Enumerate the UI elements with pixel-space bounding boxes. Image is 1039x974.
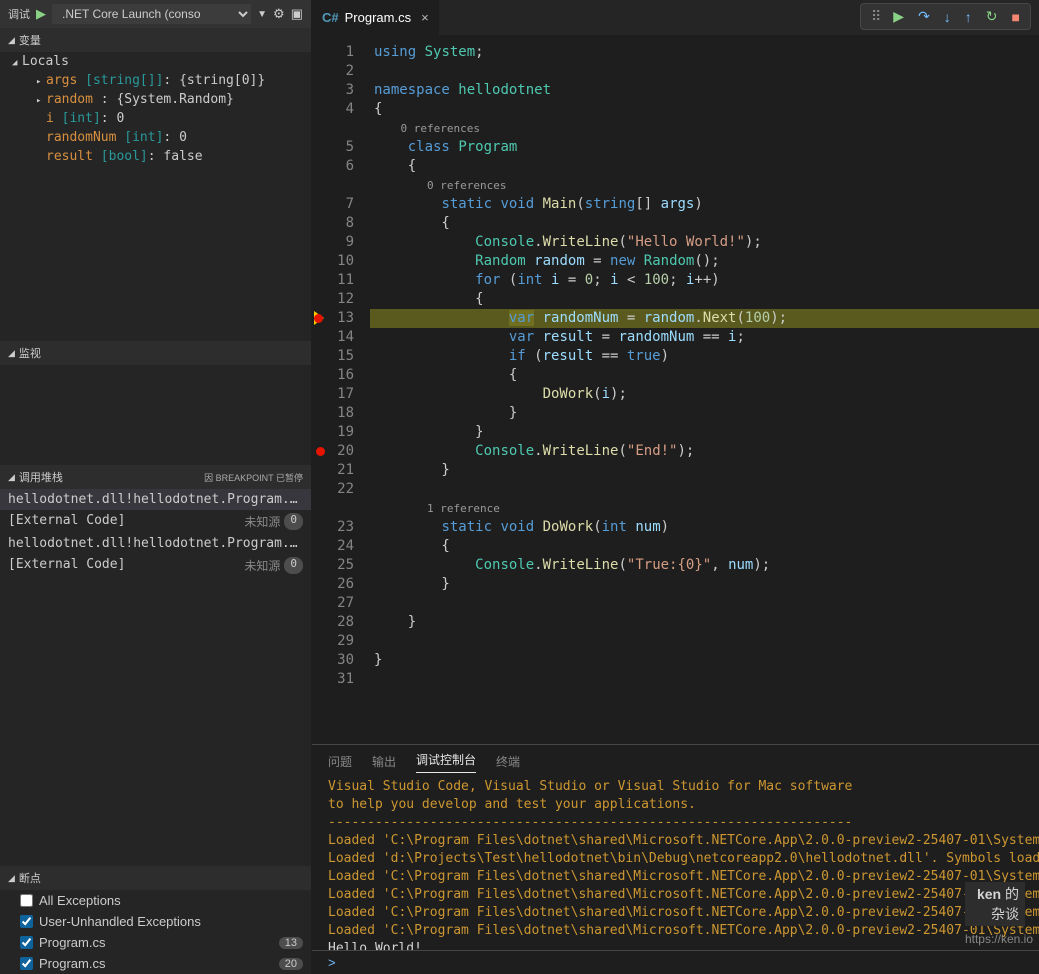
debug-toolbar: ⠿ ▶ ↷ ↓ ↑ ↻ ■ bbox=[860, 3, 1031, 30]
start-debug-icon[interactable]: ▶ bbox=[36, 6, 46, 22]
variable-row[interactable]: ▸args [string[]]: {string[0]} bbox=[0, 71, 311, 90]
console-line: Loaded 'd:\Projects\Test\hellodotnet\bin… bbox=[328, 850, 1023, 868]
editor-area: C# Program.cs × ⠿ ▶ ↷ ↓ ↑ ↻ ■ 1234567891… bbox=[312, 0, 1039, 974]
console-line: to help you develop and test your applic… bbox=[328, 796, 1023, 814]
drag-handle-icon[interactable]: ⠿ bbox=[871, 8, 879, 25]
breakpoints-panel: All ExceptionsUser-Unhandled ExceptionsP… bbox=[0, 890, 311, 974]
variables-panel: ◢Locals ▸args [string[]]: {string[0]}▸ra… bbox=[0, 52, 311, 341]
watch-section-header[interactable]: ◢ 监视 bbox=[0, 341, 311, 365]
console-line: Loaded 'C:\Program Files\dotnet\shared\M… bbox=[328, 922, 1023, 940]
chevron-down-icon: ◢ bbox=[8, 472, 15, 483]
step-over-icon[interactable]: ↷ bbox=[918, 8, 930, 25]
tab-debug-console[interactable]: 调试控制台 bbox=[416, 751, 476, 773]
breakpoint-checkbox[interactable] bbox=[20, 915, 33, 928]
breakpoint-item[interactable]: User-Unhandled Exceptions bbox=[0, 911, 311, 932]
console-line: Loaded 'C:\Program Files\dotnet\shared\M… bbox=[328, 868, 1023, 886]
line-gutter[interactable]: 1234567891011121314151617181920212223242… bbox=[312, 35, 370, 744]
breakpoint-checkbox[interactable] bbox=[20, 936, 33, 949]
stack-frame[interactable]: hellodotnet.dll!hellodotnet.Program.Ma… bbox=[0, 489, 311, 510]
console-line: Visual Studio Code, Visual Studio or Vis… bbox=[328, 778, 1023, 796]
panel-tabs: 问题 输出 调试控制台 终端 bbox=[312, 745, 1039, 778]
prompt-chevron-icon: > bbox=[328, 955, 336, 970]
console-line: ----------------------------------------… bbox=[328, 814, 1023, 832]
console-line: Loaded 'C:\Program Files\dotnet\shared\M… bbox=[328, 904, 1023, 922]
debug-config-dropdown[interactable]: .NET Core Launch (conso bbox=[52, 4, 251, 24]
variables-title: 变量 bbox=[19, 32, 41, 48]
tab-output[interactable]: 输出 bbox=[372, 753, 396, 770]
restart-icon[interactable]: ↻ bbox=[986, 8, 998, 25]
debug-console-output[interactable]: Visual Studio Code, Visual Studio or Vis… bbox=[312, 778, 1039, 950]
variable-row[interactable]: result [bool]: false bbox=[0, 147, 311, 166]
editor-tabs: C# Program.cs × ⠿ ▶ ↷ ↓ ↑ ↻ ■ bbox=[312, 0, 1039, 35]
pause-reason: 因 BREAKPOINT 已暂停 bbox=[204, 471, 303, 484]
breakpoint-icon[interactable] bbox=[316, 447, 325, 456]
variables-section-header[interactable]: ◢ 变量 bbox=[0, 28, 311, 52]
watch-title: 监视 bbox=[19, 345, 41, 361]
breakpoint-checkbox[interactable] bbox=[20, 894, 33, 907]
callstack-title: 调用堆栈 bbox=[19, 469, 63, 485]
variable-row[interactable]: ▸random : {System.Random} bbox=[0, 90, 311, 109]
gear-icon[interactable]: ⚙ bbox=[273, 6, 285, 22]
debug-console-toggle-icon[interactable]: ▣ bbox=[291, 6, 303, 22]
debug-header: 调试 ▶ .NET Core Launch (conso ▼ ⚙ ▣ bbox=[0, 0, 311, 28]
locals-scope[interactable]: ◢Locals bbox=[0, 52, 311, 71]
console-line: Loaded 'C:\Program Files\dotnet\shared\M… bbox=[328, 886, 1023, 904]
breakpoint-item[interactable]: Program.cs20 bbox=[0, 953, 311, 974]
step-into-icon[interactable]: ↓ bbox=[944, 9, 951, 25]
stack-frame[interactable]: [External Code]未知源0 bbox=[0, 510, 311, 533]
callstack-section-header[interactable]: ◢ 调用堆栈 因 BREAKPOINT 已暂停 bbox=[0, 465, 311, 489]
console-line: Loaded 'C:\Program Files\dotnet\shared\M… bbox=[328, 832, 1023, 850]
tab-label: Program.cs bbox=[345, 10, 411, 25]
variable-row[interactable]: i [int]: 0 bbox=[0, 109, 311, 128]
csharp-file-icon: C# bbox=[322, 10, 339, 25]
chevron-down-icon: ◢ bbox=[8, 348, 15, 359]
dropdown-chevron-icon[interactable]: ▼ bbox=[257, 9, 267, 20]
console-line: Hello World! bbox=[328, 940, 1023, 950]
breakpoints-title: 断点 bbox=[19, 870, 41, 886]
code-editor[interactable]: 1234567891011121314151617181920212223242… bbox=[312, 35, 1039, 744]
breakpoint-item[interactable]: Program.cs13 bbox=[0, 932, 311, 953]
code-content[interactable]: using System;namespace hellodotnet{ 0 re… bbox=[370, 35, 1039, 744]
step-out-icon[interactable]: ↑ bbox=[965, 9, 972, 25]
tab-problems[interactable]: 问题 bbox=[328, 753, 352, 770]
watch-panel[interactable] bbox=[0, 365, 311, 465]
stack-frame[interactable]: hellodotnet.dll!hellodotnet.Program.Ma… bbox=[0, 533, 311, 554]
variable-row[interactable]: randomNum [int]: 0 bbox=[0, 128, 311, 147]
stop-icon[interactable]: ■ bbox=[1012, 9, 1020, 25]
breakpoints-section-header[interactable]: ◢ 断点 bbox=[0, 866, 311, 890]
breakpoint-item[interactable]: All Exceptions bbox=[0, 890, 311, 911]
chevron-down-icon: ◢ bbox=[8, 35, 15, 46]
debug-label: 调试 bbox=[8, 6, 30, 22]
callstack-panel: hellodotnet.dll!hellodotnet.Program.Ma…[… bbox=[0, 489, 311, 577]
stack-frame[interactable]: [External Code]未知源0 bbox=[0, 554, 311, 577]
tab-terminal[interactable]: 终端 bbox=[496, 753, 520, 770]
debug-console-input[interactable]: > bbox=[312, 950, 1039, 974]
continue-icon[interactable]: ▶ bbox=[893, 8, 904, 25]
breakpoint-checkbox[interactable] bbox=[20, 957, 33, 970]
debug-sidebar: 调试 ▶ .NET Core Launch (conso ▼ ⚙ ▣ ◢ 变量 … bbox=[0, 0, 312, 974]
bottom-panel: 问题 输出 调试控制台 终端 Visual Studio Code, Visua… bbox=[312, 744, 1039, 974]
tab-program-cs[interactable]: C# Program.cs × bbox=[312, 0, 439, 35]
close-icon[interactable]: × bbox=[421, 10, 429, 25]
chevron-down-icon: ◢ bbox=[8, 873, 15, 884]
